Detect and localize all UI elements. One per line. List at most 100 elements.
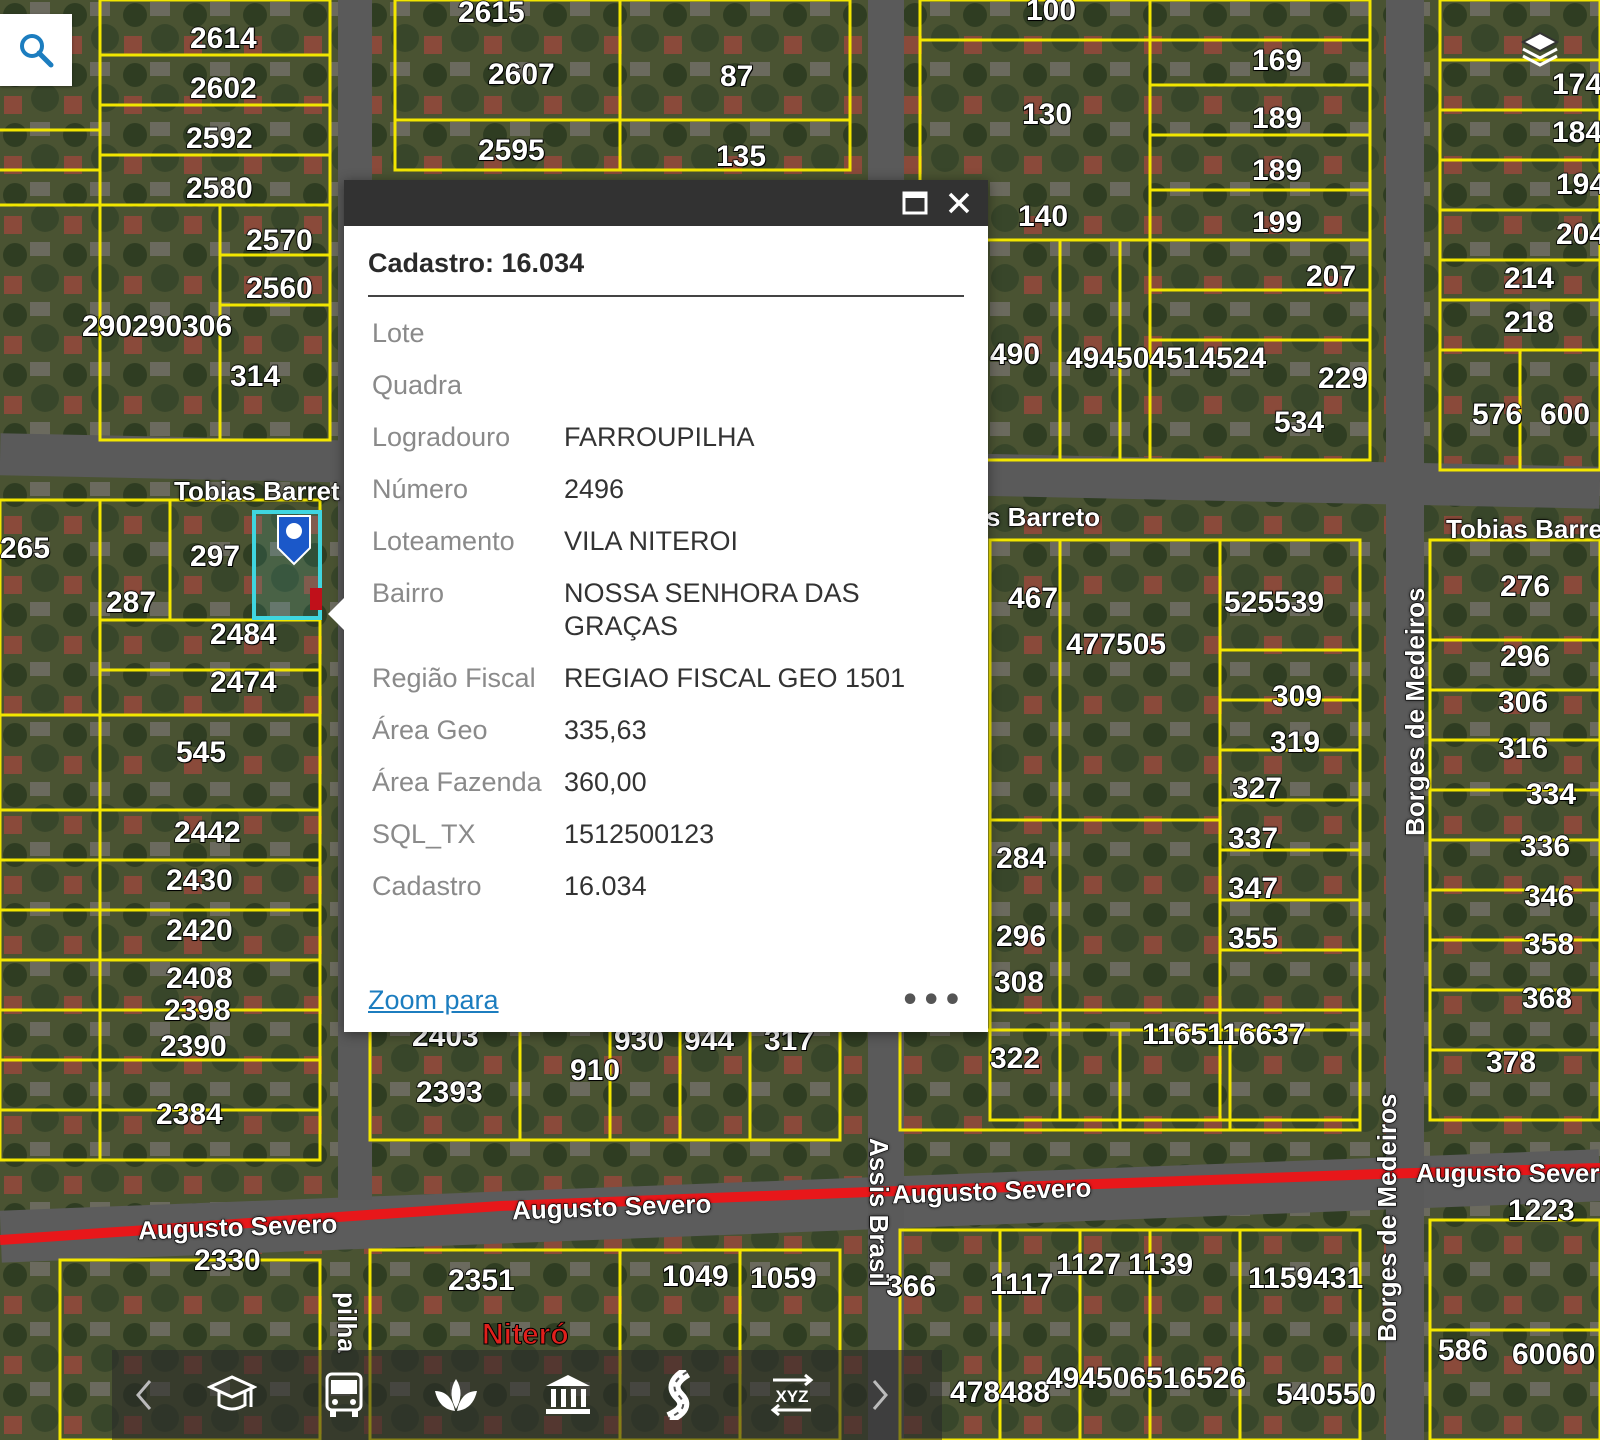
- parcel-number-label: 2602: [189, 71, 257, 106]
- street-label: Augusto Sever: [1415, 1157, 1600, 1188]
- attribute-key: Loteamento: [372, 526, 515, 556]
- parcel-number-label: 1165116637: [1141, 1017, 1306, 1052]
- parcel-number-label: 2398: [163, 993, 231, 1028]
- attribute-key: Área Geo: [372, 715, 488, 745]
- parcel-number-label: 207: [1305, 259, 1357, 294]
- attribute-key: Quadra: [372, 370, 463, 400]
- parcel-number-label: 1059: [749, 1261, 817, 1296]
- education-layer-button[interactable]: [176, 1350, 288, 1440]
- attribute-row: Loteamento VILA NITEROI: [372, 517, 964, 569]
- search-button[interactable]: [0, 14, 72, 86]
- roads-layer-button[interactable]: [624, 1350, 736, 1440]
- close-icon: [948, 192, 970, 214]
- toolbar-prev-button[interactable]: [112, 1350, 176, 1440]
- parcel-number-label: 276: [1499, 569, 1551, 604]
- attribute-key: SQL_TX: [372, 819, 476, 849]
- parcel-number-label: 2384: [155, 1097, 223, 1132]
- parcel-number-label: 2615: [457, 0, 525, 30]
- attribute-row: Logradouro FARROUPILHA: [372, 413, 964, 465]
- zoom-to-link[interactable]: Zoom para: [368, 985, 499, 1016]
- location-marker-icon[interactable]: [276, 514, 312, 566]
- attribute-key: Bairro: [372, 578, 445, 608]
- coordinates-button[interactable]: XYZ: [736, 1350, 848, 1440]
- parcel-number-label: 322: [989, 1041, 1041, 1076]
- attribute-value: VILA NITEROI: [564, 526, 739, 556]
- attribute-row: Cadastro 16.034: [372, 862, 964, 914]
- maximize-button[interactable]: [900, 188, 930, 218]
- road-icon: [666, 1370, 691, 1420]
- environment-layer-button[interactable]: [400, 1350, 512, 1440]
- parcel-number-label: 2442: [173, 815, 241, 850]
- parcel-number-label: 214: [1503, 261, 1555, 296]
- parcel-number-label: 204: [1555, 217, 1600, 252]
- parcel-number-label: 2330: [193, 1243, 261, 1278]
- attribute-value: 360,00: [564, 767, 647, 797]
- neighborhood-label: Niteró: [482, 1318, 570, 1352]
- parcel-number-label: 284: [995, 841, 1047, 876]
- parcel-number-label: 316: [1497, 731, 1549, 766]
- parcel-number-label: 600: [1539, 397, 1591, 432]
- parcel-number-label: 309: [1271, 679, 1323, 714]
- parcel-number-label: 218: [1503, 305, 1555, 340]
- attribute-key: Cadastro: [372, 871, 482, 901]
- attribute-value: [562, 309, 964, 361]
- attribute-row: Número 2496: [372, 465, 964, 517]
- parcel-number-label: 368: [1521, 981, 1573, 1016]
- parcel-number-label: 525539: [1223, 585, 1325, 620]
- parcel-number-label: 229: [1317, 361, 1369, 396]
- attribute-value: NOSSA SENHORA DAS GRAÇAS: [564, 578, 860, 641]
- parcel-number-label: 378: [1485, 1045, 1537, 1080]
- parcel-number-label: 87: [719, 59, 754, 94]
- parcel-number-label: 184: [1551, 115, 1600, 150]
- parcel-number-label: 347: [1227, 871, 1279, 906]
- more-actions-button[interactable]: •••: [900, 983, 964, 1018]
- attribute-key: Lote: [372, 318, 425, 348]
- attribute-row: Lote: [372, 309, 964, 361]
- parcel-number-label: 287: [105, 585, 157, 620]
- parcel-number-label: 319: [1269, 725, 1321, 760]
- parcel-number-label: 2595: [477, 133, 545, 168]
- institution-icon: [546, 1375, 590, 1414]
- parcel-number-label: 2560: [245, 271, 313, 306]
- parcel-number-label: 2390: [159, 1029, 227, 1064]
- parcel-number-label: 910: [569, 1053, 621, 1088]
- parcel-number-label: 1127: [1055, 1247, 1122, 1282]
- attribute-row: Bairro NOSSA SENHORA DAS GRAÇAS: [372, 569, 964, 654]
- parcel-number-label: 306: [1497, 685, 1549, 720]
- parcel-number-label: 477505: [1065, 627, 1167, 662]
- institutions-layer-button[interactable]: [512, 1350, 624, 1440]
- parcel-number-label: 467: [1007, 581, 1059, 616]
- parcel-number-label: 189: [1251, 101, 1303, 136]
- street-label: Borges de Medeiros: [1399, 587, 1430, 837]
- attribute-value: FARROUPILHA: [564, 422, 755, 452]
- parcel-number-label: 2430: [165, 863, 233, 898]
- attribute-value: 335,63: [564, 715, 647, 745]
- parcel-number-label: 327: [1231, 771, 1283, 806]
- parcel-number-label: 297: [189, 539, 241, 574]
- attribute-key: Logradouro: [372, 422, 511, 452]
- street-label: Tobias Barret: [173, 475, 340, 506]
- layers-button[interactable]: [1512, 20, 1568, 80]
- parcel-number-label: 1117: [989, 1267, 1054, 1302]
- parcel-number-label: 135: [715, 139, 767, 174]
- parcel-number-label: 490: [989, 337, 1041, 372]
- attribute-key: Região Fiscal: [372, 663, 536, 693]
- chevron-right-icon: [872, 1380, 888, 1410]
- toolbar-next-button[interactable]: [848, 1350, 912, 1440]
- transport-layer-button[interactable]: [288, 1350, 400, 1440]
- close-button[interactable]: [944, 188, 974, 218]
- street-label: Borges de Medeiros: [1371, 1093, 1402, 1343]
- parcel-number-label: 1159431: [1247, 1261, 1364, 1296]
- parcel-number-label: 308: [993, 965, 1045, 1000]
- parcel-number-label: 314: [229, 359, 281, 394]
- parcel-number-label: 1049: [661, 1259, 729, 1294]
- parcel-number-label: 1223: [1507, 1193, 1575, 1228]
- parcel-number-label: 130: [1021, 97, 1073, 132]
- parcel-number-label: 337: [1227, 821, 1279, 856]
- parcel-number-label: 2420: [165, 913, 233, 948]
- parcel-number-label: 290290306: [81, 309, 233, 344]
- attribute-row: Região Fiscal REGIAO FISCAL GEO 1501: [372, 654, 964, 706]
- parcel-number-label: 296: [1499, 639, 1551, 674]
- parcel-number-label: 1139: [1127, 1247, 1194, 1282]
- street-label: pilha: [331, 1291, 362, 1353]
